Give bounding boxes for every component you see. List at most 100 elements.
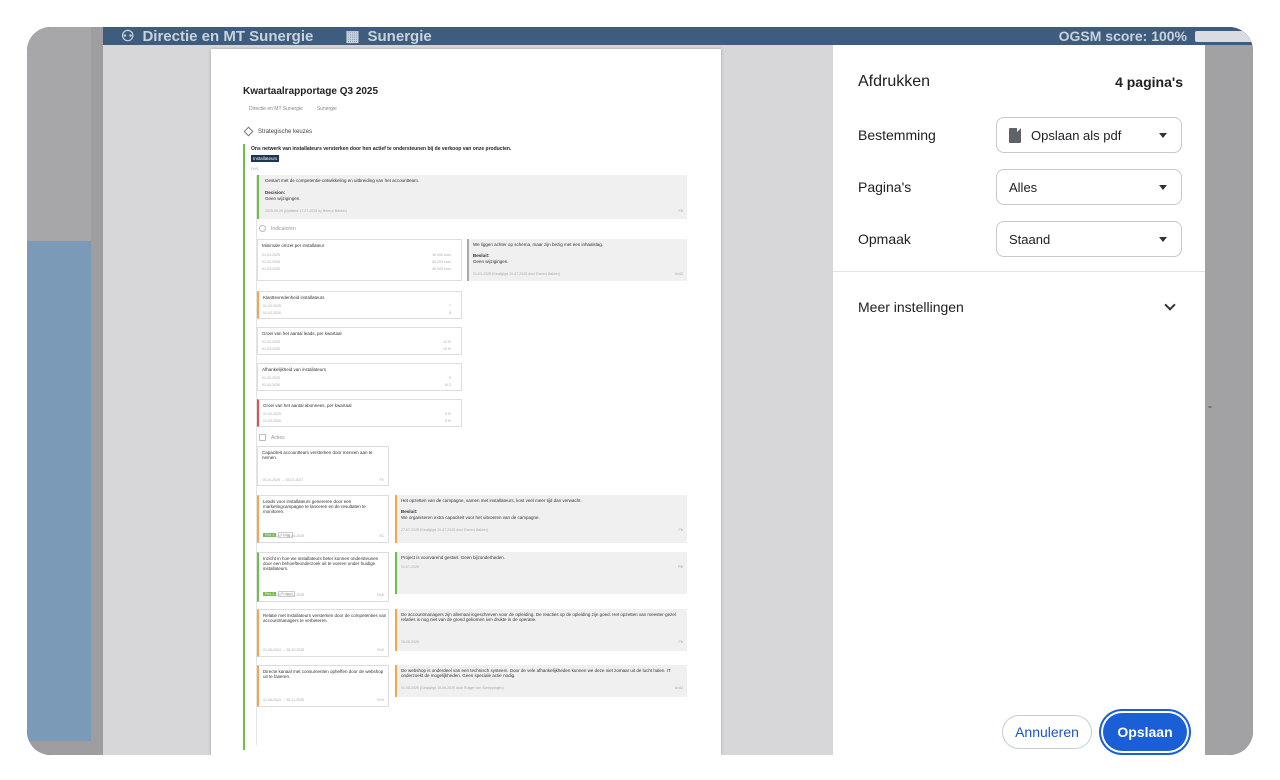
layout-label: Opmaak — [858, 231, 911, 247]
action-initials: SC — [379, 534, 384, 538]
goal-block: Ons netwerk van installateurs versterken… — [243, 144, 688, 750]
action-card: Directe kanaal met consumenten opheffen … — [257, 665, 389, 707]
indicator-date: 01-03-2030 — [263, 311, 281, 315]
save-button[interactable]: Opslaan — [1103, 713, 1187, 751]
checkbox-icon — [259, 434, 266, 441]
sidebar-background-active — [27, 241, 91, 741]
indicator-name: Groei van het aantal abonnees, per kwart… — [263, 403, 352, 408]
divider — [833, 271, 1205, 272]
breadcrumb-team-label: Directie en MT Sunergie — [142, 27, 314, 45]
goal-tag: Installateurs — [251, 155, 280, 162]
action-meta: 01-06-2024 → 28-11-2025 — [263, 698, 304, 702]
indicator-value: 7 — [449, 304, 451, 308]
action-note-text: De accountmanagers zijn allemaal ingesch… — [401, 612, 676, 622]
strategy-icon — [243, 126, 254, 137]
destination-label: Bestemming — [858, 127, 936, 143]
indicator-value: 60.000 euro — [432, 260, 451, 264]
score-bar — [1195, 31, 1253, 42]
pages-select[interactable]: Alles — [996, 169, 1182, 205]
action-note: De webshop is onderdeel van een technisc… — [395, 665, 687, 697]
breadcrumb-org[interactable]: ▦ Sunergie — [345, 27, 432, 46]
action-note-initials: FB — [678, 640, 683, 644]
hyphen-glyph: - — [1208, 399, 1212, 413]
action-note-meta: 01-07-2025 — [401, 565, 419, 569]
cancel-button[interactable]: Annuleren — [1002, 715, 1092, 749]
dropdown-arrow-icon — [1159, 237, 1167, 242]
layout-select[interactable]: Staand — [996, 221, 1182, 257]
actions-header: Acties — [259, 434, 285, 441]
action-name: Directe kanaal met consumenten opheffen … — [263, 669, 384, 679]
breadcrumb-team[interactable]: ⚇ Directie en MT Sunergie — [121, 27, 314, 46]
destination-select[interactable]: Opslaan als pdf — [996, 117, 1182, 153]
update-decision: Geen wijzigingen. — [265, 196, 301, 201]
action-name: Inzicht in hoe we installateurs beter ku… — [263, 556, 379, 571]
indicator-value: 12 % — [443, 340, 451, 344]
destination-value: Opslaan als pdf — [1031, 127, 1122, 143]
indicator-card: Afhankelijkheid van installateurs 01-03-… — [257, 363, 462, 391]
action-note-meta: 01-08-2025 (Gewijzigd 10-06-2025 door Ru… — [401, 686, 504, 690]
document-icon — [1009, 127, 1021, 143]
indicator-value: 5 % — [444, 419, 451, 423]
action-name: Leads voor installateurs genereren door … — [263, 499, 366, 514]
indicator-card: Groei van het aantal leads, per kwartaal… — [257, 327, 462, 355]
action-note-initials: FB — [678, 528, 683, 532]
action-initials: FK — [379, 478, 384, 482]
action-name: Capaciteit accountteam versterken door m… — [262, 450, 373, 460]
indicator-note-meta: 01-03-2025 (Gewijzigd 10-07-2025 door Re… — [473, 272, 561, 276]
app-content-background: - — [1205, 45, 1253, 755]
goal-content: Gestart met de competentie-ontwikkeling … — [256, 175, 688, 745]
breadcrumb-org-label: Sunergie — [367, 27, 432, 45]
report-title: Kwartaalrapportage Q3 2025 — [243, 86, 379, 97]
action-card: Inzicht in hoe we installateurs beter ku… — [257, 552, 389, 602]
section-heading: Strategische keuzes — [243, 126, 312, 137]
print-preview[interactable]: Kwartaalrapportage Q3 2025 Directie en M… — [103, 45, 833, 755]
indicator-note-decision-label: Besluit: — [473, 253, 490, 258]
action-name: Relatie met installateurs versterken doo… — [263, 613, 387, 623]
report-breadcrumb: Directie en MT Sunergie Sunergie — [249, 106, 337, 112]
action-note-meta: 26-08-2025 — [401, 640, 419, 644]
report-crumb-org: Sunergie — [316, 106, 337, 112]
print-title: Afdrukken — [858, 73, 931, 90]
indicator-date: 01-03-2025 — [262, 253, 280, 257]
action-card: Leads voor installateurs genereren door … — [257, 495, 389, 543]
action-note-text: Project is voorvarend gestart. Geen bijz… — [401, 555, 506, 560]
indicator-value: 10,2 — [444, 383, 451, 387]
action-initials: RvS — [377, 593, 384, 597]
more-settings-toggle[interactable]: Meer instellingen — [858, 299, 1178, 315]
action-note-meta: 27-07-2025 (Gewijzigd 10-07-2025 door Re… — [401, 528, 489, 532]
report-crumb-team: Directie en MT Sunergie — [249, 106, 303, 112]
action-note-initials: RB — [678, 565, 683, 569]
app-header: ⚇ Directie en MT Sunergie ▦ Sunergie OGS… — [103, 27, 1253, 45]
action-badges: Prio 1 Hoog — [263, 523, 293, 541]
indicator-card: Groei van het aantal abonnees, per kwart… — [257, 399, 462, 427]
action-meta: 01-03-2025 → 15-12-2025 — [263, 593, 305, 597]
indicator-date: 01-03-2030 — [262, 267, 280, 271]
sidebar-edge — [91, 27, 103, 755]
sidebar-background — [27, 27, 91, 241]
indicators-label: Indicatoren — [271, 225, 296, 232]
indicator-note-initials: AvdZ — [674, 272, 683, 276]
layout-value: Staand — [1009, 231, 1051, 247]
indicator-date: 01-03-2030 — [262, 383, 280, 387]
indicator-name: Minimale omzet per installateur — [262, 243, 325, 248]
indicator-date: 01-03-2030 — [262, 347, 280, 351]
indicator-note-decision: Geen wijzigingen. — [473, 259, 509, 264]
indicator-name: Afhankelijkheid van installateurs — [262, 367, 327, 372]
action-note-text: De webshop is onderdeel van een technisc… — [401, 668, 671, 678]
sidebar-bottom — [27, 741, 103, 755]
action-initials: RvS — [377, 648, 384, 652]
indicator-name: Groei van het aantal leads, per kwartaal — [262, 331, 342, 336]
more-settings-label: Meer instellingen — [858, 299, 964, 315]
update-meta: 2025-09-29 (Updated 17-07-2025 by Remco … — [265, 209, 347, 213]
indicator-date: 01-03-2025 — [263, 412, 281, 416]
indicator-value: 30.000 euro — [432, 253, 451, 257]
goal-owner: RvS — [251, 166, 259, 171]
action-note: Project is voorvarend gestart. Geen bijz… — [395, 552, 687, 594]
dropdown-arrow-icon — [1159, 133, 1167, 138]
action-note: Het opzetten van de campagne, samen met … — [395, 495, 687, 543]
update-decision-label: Decision: — [265, 190, 286, 195]
indicator-date: 01-03-2025 — [262, 340, 280, 344]
indicator-date: 01-03-2030 — [263, 419, 281, 423]
indicator-note-text: We liggen achter op schema, maar zijn be… — [473, 242, 603, 247]
print-dialog-panel: Afdrukken 4 pagina's Bestemming Opslaan … — [833, 45, 1205, 755]
